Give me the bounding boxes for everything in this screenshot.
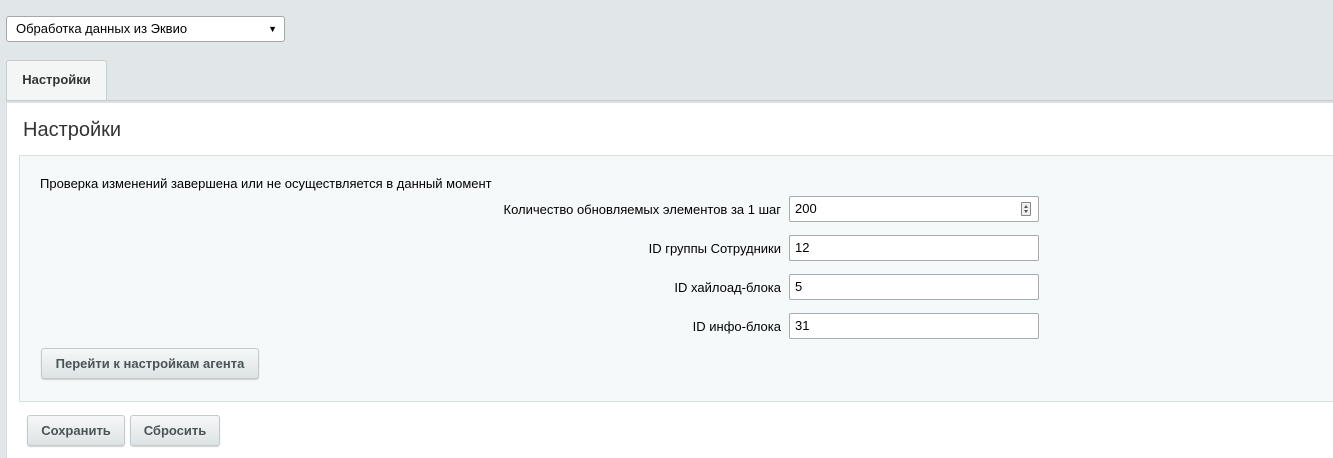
agent-settings-button[interactable]: Перейти к настройкам агента xyxy=(41,348,259,379)
tab-settings[interactable]: Настройки xyxy=(6,60,107,100)
employees-group-id-field[interactable]: 12 xyxy=(789,235,1039,261)
employees-group-id-value: 12 xyxy=(795,240,810,255)
spinner-icon[interactable] xyxy=(1021,202,1031,216)
tabs-bar: Настройки xyxy=(0,60,1333,105)
tab-content: Настройки Проверка изменений завершена и… xyxy=(6,103,1333,458)
infoblock-id-value: 31 xyxy=(795,318,810,333)
batch-size-field[interactable]: 200 xyxy=(789,196,1039,222)
highload-block-id-field[interactable]: 5 xyxy=(789,274,1039,300)
field-label-batch-size: Количество обновляемых элементов за 1 ша… xyxy=(503,202,781,217)
field-label-infoblock-id: ID инфо-блока xyxy=(692,319,781,334)
page-title: Настройки xyxy=(23,119,122,141)
save-button[interactable]: Сохранить xyxy=(27,415,125,446)
field-label-highload-block-id: ID хайлоад-блока xyxy=(674,280,781,295)
highload-block-id-value: 5 xyxy=(795,279,803,294)
status-text: Проверка изменений завершена или не осущ… xyxy=(40,176,492,191)
batch-size-value: 200 xyxy=(795,201,817,216)
reset-button[interactable]: Сбросить xyxy=(130,415,220,446)
module-select[interactable]: Обработка данных из Эквио ▼ xyxy=(6,16,285,42)
infoblock-id-field[interactable]: 31 xyxy=(789,313,1039,339)
field-label-employees-group-id: ID группы Сотрудники xyxy=(648,241,781,256)
settings-form: Проверка изменений завершена или не осущ… xyxy=(19,155,1333,402)
module-select-value: Обработка данных из Эквио xyxy=(16,21,188,36)
chevron-down-icon: ▼ xyxy=(268,24,277,34)
